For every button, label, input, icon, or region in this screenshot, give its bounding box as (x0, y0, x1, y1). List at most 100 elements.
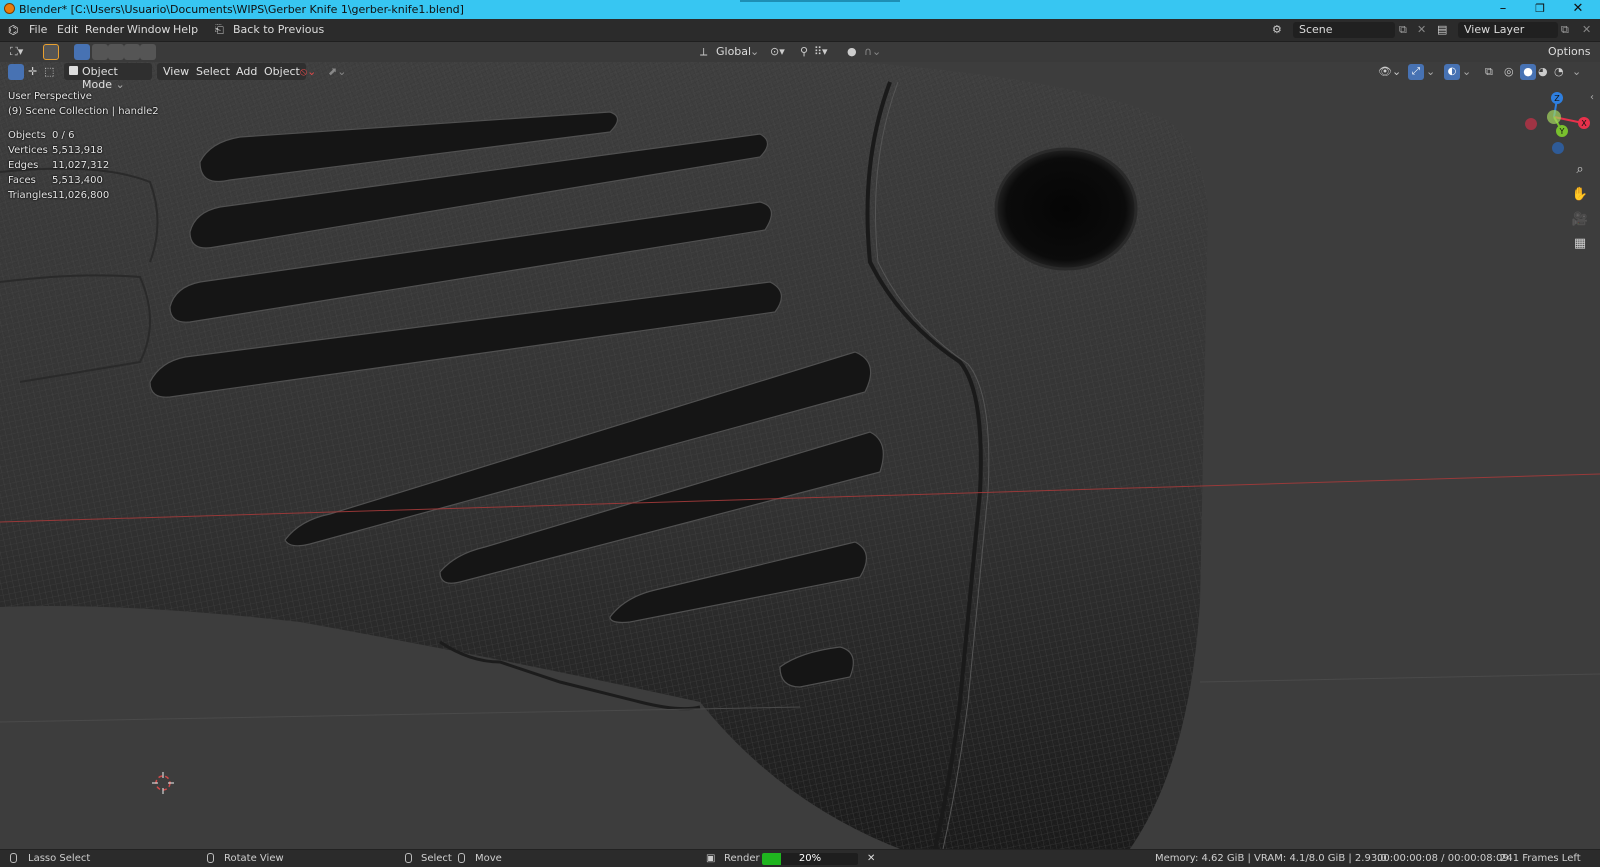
gpencil-icon[interactable]: ⦸⌄ (300, 65, 316, 79)
collection-label: (9) Scene Collection | handle2 (8, 106, 159, 117)
scene-field[interactable]: Scene (1293, 22, 1395, 38)
blender-menu-icon[interactable]: ⌬ (8, 23, 18, 37)
stat-value: 11,027,312 (52, 160, 110, 171)
pivot-point-icon[interactable]: ⊙▾ (770, 45, 785, 58)
3d-cursor[interactable] (152, 772, 174, 794)
render-progress-bar: 20% (762, 853, 858, 865)
stat-value: 5,513,918 (52, 145, 103, 156)
object-mode-icon (69, 66, 78, 75)
select-new-icon[interactable] (74, 44, 90, 60)
stat-label: Edges (8, 160, 39, 171)
menu-window[interactable]: Window (127, 23, 170, 36)
3d-viewport[interactable]: Z X Y ⌕ ✋ 🎥 ▦ ‹ (0, 62, 1600, 849)
gizmo-z-label: Z (1554, 94, 1560, 103)
select-subtract-icon[interactable] (108, 44, 124, 60)
pan-hand-icon[interactable]: ✋ (1571, 186, 1589, 204)
select-extend-icon[interactable] (92, 44, 108, 60)
chevron-down-icon: ⌄ (750, 45, 760, 58)
chevron-down-icon[interactable]: ⌄ (1426, 65, 1435, 78)
cursor-tool-icon[interactable]: ✛ (28, 65, 37, 78)
wireframe-shading-icon[interactable]: ◎ (1504, 65, 1514, 78)
select-tool-icon[interactable] (43, 44, 59, 60)
select-intersect-icon[interactable] (140, 44, 156, 60)
ortho-grid-icon[interactable]: ▦ (1571, 235, 1589, 253)
gpencil-options-icon[interactable]: ⬈⌄ (328, 65, 346, 78)
stat-label: Triangles (8, 190, 53, 201)
close-button[interactable]: ✕ (1558, 1, 1598, 16)
falloff-icon[interactable]: ∩⌄ (864, 45, 881, 58)
menu-edit[interactable]: Edit (57, 23, 78, 36)
render-time: 00:00:00:08 / 00:00:08:09 (1377, 853, 1509, 864)
stat-value: 0 / 6 (52, 130, 75, 141)
render-job-label: Render (724, 853, 760, 864)
mode-dropdown[interactable]: Object Mode ⌄ (64, 63, 152, 91)
object-menu[interactable]: Object (258, 63, 306, 80)
maximize-button[interactable]: ❐ (1520, 2, 1560, 15)
navigation-gizmo[interactable]: Z X Y (1500, 87, 1590, 162)
mouse-drag-icon (458, 853, 465, 863)
render-progress-text: 20% (798, 853, 822, 864)
delete-view-layer-icon[interactable]: ✕ (1582, 23, 1591, 36)
view-layer-name: View Layer (1464, 23, 1525, 36)
title-drag-indicator (740, 0, 900, 2)
view-layer-field[interactable]: View Layer (1458, 22, 1558, 38)
stat-label: Vertices (8, 145, 48, 156)
new-scene-icon[interactable]: ⧉ (1399, 23, 1407, 37)
menu-file[interactable]: File (29, 23, 47, 36)
rotate-view-hint: Rotate View (224, 853, 284, 864)
chevron-down-icon: ⌄ (115, 78, 125, 91)
memory-info: Memory: 4.62 GiB | VRAM: 4.1/8.0 GiB | 2… (1155, 853, 1387, 864)
scene-name: Scene (1299, 23, 1333, 36)
stat-value: 5,513,400 (52, 175, 103, 186)
viewport-render (0, 62, 1600, 849)
zoom-icon[interactable]: ⌕ (1571, 161, 1589, 179)
chevron-down-icon[interactable]: ⌄ (1572, 65, 1581, 78)
window-title: Blender* [C:\Users\Usuario\Documents\WIP… (19, 3, 464, 16)
stat-label: Faces (8, 175, 36, 186)
material-shading-icon[interactable]: ◕ (1538, 65, 1548, 78)
render-icon: ▣ (706, 853, 716, 864)
visibility-icon[interactable]: 👁⌄ (1378, 65, 1401, 78)
mouse-right-icon (405, 853, 412, 863)
new-view-layer-icon[interactable]: ⧉ (1561, 23, 1569, 37)
stat-value: 11,026,800 (52, 190, 110, 201)
transform-orientation[interactable]: Global (716, 45, 751, 58)
rendered-shading-icon[interactable]: ◔ (1554, 65, 1564, 78)
snap-target-icon[interactable]: ⠿▾ (814, 45, 828, 58)
move-hint: Move (475, 853, 502, 864)
top-menubar: ⌬ File Edit Render Window Help ⎗ Back to… (0, 19, 1600, 42)
mouse-left-icon (10, 853, 17, 863)
gizmo-y-label: Y (1559, 127, 1565, 136)
snap-icon[interactable]: ⚲ (800, 45, 808, 58)
editor-type-icon[interactable]: ⛶▾ (10, 45, 23, 59)
chevron-down-icon[interactable]: ⌄ (1462, 65, 1471, 78)
view-layer-icon[interactable]: ▤ (1437, 23, 1447, 36)
cancel-render-icon[interactable]: ✕ (867, 853, 875, 864)
camera-view-icon[interactable]: 🎥 (1571, 211, 1589, 229)
transform-tool-icon[interactable]: ⬚ (44, 65, 54, 78)
select-box-tool-icon[interactable] (8, 64, 24, 80)
gizmo-toggle-icon[interactable]: ⤢ (1408, 64, 1424, 80)
overlays-toggle-icon[interactable]: ◐ (1444, 64, 1460, 80)
scene-icon[interactable]: ⚙ (1272, 23, 1282, 36)
perspective-label: User Perspective (8, 91, 92, 102)
back-icon: ⎗ (215, 23, 224, 36)
options-menu[interactable]: Options (1548, 45, 1590, 58)
delete-scene-icon[interactable]: ✕ (1417, 23, 1426, 36)
select-invert-icon[interactable] (124, 44, 140, 60)
tool-header: ⛶▾ ⟂ Global ⌄ ⊙▾ ⚲ ⠿▾ ● ∩⌄ Options (0, 42, 1600, 62)
gizmo-x-label: X (1581, 119, 1587, 128)
menu-help[interactable]: Help (173, 23, 198, 36)
minimize-button[interactable]: – (1483, 1, 1523, 16)
orientation-icon: ⟂ (700, 45, 708, 58)
mode-label: Object Mode (82, 65, 118, 91)
frames-left: 241 Frames Left (1500, 853, 1581, 864)
stat-label: Objects (8, 130, 46, 141)
proportional-edit-icon[interactable]: ● (847, 45, 857, 58)
sidebar-toggle-icon[interactable]: ‹ (1590, 92, 1594, 103)
solid-shading-icon[interactable]: ● (1520, 64, 1536, 80)
mouse-middle-icon (207, 853, 214, 863)
xray-icon[interactable]: ⧉ (1485, 65, 1493, 79)
menu-render[interactable]: Render (85, 23, 124, 36)
back-to-previous-button[interactable]: Back to Previous (233, 23, 324, 36)
